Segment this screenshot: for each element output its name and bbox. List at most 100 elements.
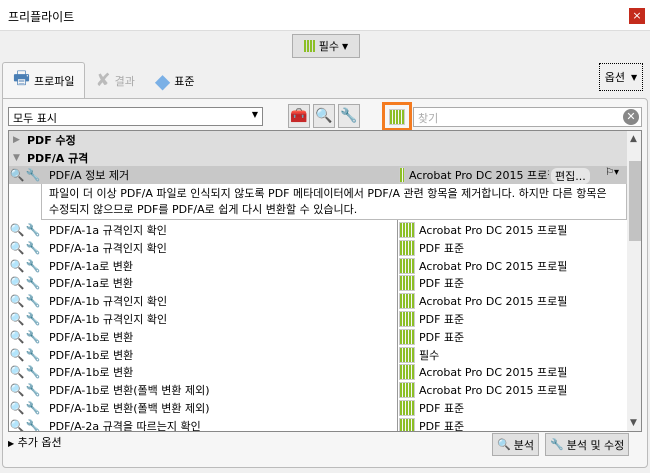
list-item[interactable]: 🔍 🔧 PDF/A-2a 규격을 따르는지 확인 PDF 표준	[9, 417, 627, 432]
magnifier-icon: 🔍	[9, 258, 25, 273]
wrench-icon: 🔧	[25, 347, 41, 362]
tab-results[interactable]: ✘ 결과	[85, 62, 144, 99]
bars-icon	[399, 400, 415, 416]
group-pdfa[interactable]: ▼ PDF/A 규격	[9, 149, 627, 167]
wrench-icon: 🔧	[25, 294, 41, 309]
item-name: PDF/A-1a로 변환	[49, 277, 133, 291]
list-item-selected[interactable]: 🔍 🔧 PDF/A 정보 제거 Acrobat Pro DC 2015 프로필 편…	[9, 166, 627, 184]
item-name: PDF/A-1b로 변환	[49, 348, 134, 362]
bars-icon	[399, 275, 415, 292]
item-name: PDF/A 정보 제거	[49, 169, 130, 182]
wrench-icon: 🔧	[25, 223, 41, 237]
item-profile: PDF 표준	[419, 313, 465, 326]
magnifier-icon: 🔍	[9, 383, 25, 398]
wrench-icon: 🔧	[25, 168, 41, 182]
magnifier-icon: 🔍	[9, 168, 25, 182]
list-item[interactable]: 🔍 🔧 PDF/A-1a 규격인지 확인 Acrobat Pro DC 2015 프로…	[9, 221, 627, 239]
list-item[interactable]: 🔍 🔧 PDF/A-1b로 변환(폴백 변환 제외) Acrobat Pro DC 2…	[9, 381, 627, 399]
diamond-icon: ◆	[154, 68, 171, 93]
magnifier-icon: 🔍	[9, 240, 25, 255]
wrench-icon: 🔧	[25, 258, 41, 273]
item-name: PDF/A-1b로 변환	[49, 330, 134, 344]
wrench-icon: 🔧	[25, 312, 41, 326]
bars-icon	[399, 328, 415, 345]
collapse-icon: ▼	[13, 153, 20, 163]
item-description: 파일이 더 이상 PDF/A 파일로 인식되지 않도록 PDF 메타데이터에서 …	[41, 184, 627, 220]
magnifier-icon: 🔍	[9, 329, 25, 344]
list-item[interactable]: 🔍 🔧 PDF/A-1a로 변환 Acrobat Pro DC 2015 프로필	[9, 257, 627, 275]
item-name: PDF/A-1b로 변환(폴백 변환 제외)	[49, 402, 210, 415]
options-label: 옵션	[604, 71, 626, 84]
library-button[interactable]: 🧰	[288, 104, 310, 128]
tab-bar: 🖶 프로파일 ✘ 결과 ◆ 표준	[2, 62, 204, 99]
group-pdf-fix[interactable]: ▶ PDF 수정	[9, 131, 627, 149]
item-profile: PDF 표준	[419, 419, 465, 432]
item-profile: PDF 표준	[419, 241, 465, 255]
scroll-down-icon[interactable]: ▼	[630, 418, 637, 428]
wrench-icon: 🔧	[25, 418, 41, 432]
toolbox-icon: 🧰	[290, 108, 308, 124]
title-bar: 프리플라이트 ×	[0, 0, 650, 31]
chevron-down-icon: ▼	[342, 41, 349, 51]
item-name: PDF/A-1a 규격인지 확인	[49, 224, 167, 237]
options-button[interactable]: 옵션 ▼	[599, 63, 643, 91]
expand-icon: ▶	[13, 135, 20, 145]
bars-icon	[399, 239, 415, 256]
search-placeholder: 찾기	[418, 112, 439, 125]
list-item[interactable]: 🔍 🔧 PDF/A-1b로 변환 PDF 표준	[9, 328, 627, 346]
more-options-toggle[interactable]: ▶ 추가 옵션	[8, 434, 62, 450]
wrench-icon: 🔧	[25, 276, 41, 291]
printer-magnifier-icon: 🖶	[13, 68, 30, 89]
list-item[interactable]: 🔍 🔧 PDF/A-1a 규격인지 확인 PDF 표준	[9, 239, 627, 257]
filter-select[interactable]: 모두 표시 ▼	[8, 107, 263, 126]
magnifier-icon: 🔍	[9, 294, 25, 309]
clear-icon[interactable]: ✕	[623, 109, 639, 125]
essentials-dropdown[interactable]: 필수 ▼	[292, 34, 360, 58]
item-profile: PDF 표준	[419, 330, 465, 344]
bars-icon	[399, 311, 415, 327]
bars-icon	[399, 293, 415, 310]
analyze-fix-button[interactable]: 🔧 분석 및 수정	[545, 433, 630, 456]
results-icon: ✘	[95, 70, 111, 91]
item-name: PDF/A-1a 규격인지 확인	[49, 241, 167, 255]
fixups-button[interactable]: 🔧	[338, 104, 360, 128]
bars-icon	[399, 417, 415, 431]
chevron-down-icon: ▼	[251, 110, 258, 119]
window-title: 프리플라이트	[8, 10, 75, 24]
item-name: PDF/A-1b로 변환(폴백 변환 제외)	[49, 384, 210, 398]
list-item[interactable]: 🔍 🔧 PDF/A-1b로 변환(폴백 변환 제외) PDF 표준	[9, 399, 627, 417]
magnifier-icon: 🔍	[9, 312, 25, 326]
item-profile: Acrobat Pro DC 2015 프로필	[419, 259, 568, 273]
bars-icon	[389, 108, 405, 125]
analyze-only-button[interactable]: 🔍	[313, 104, 335, 128]
wrench-icon: 🔧	[25, 401, 41, 415]
scrollbar-thumb[interactable]	[629, 161, 641, 241]
scroll-up-icon[interactable]: ▲	[630, 134, 637, 144]
magnifier-icon: 🔍	[315, 108, 333, 124]
bars-icon	[303, 40, 316, 52]
wrench-magnifier-icon: 🔧	[550, 438, 564, 451]
bars-icon	[399, 222, 415, 238]
list-item[interactable]: 🔍 🔧 PDF/A-1a로 변환 PDF 표준	[9, 274, 627, 292]
magnifier-icon: 🔍	[9, 347, 25, 362]
tab-standards[interactable]: ◆ 표준	[145, 62, 205, 99]
close-button[interactable]: ×	[629, 8, 645, 24]
magnifier-icon: 🔍	[9, 276, 25, 291]
search-input[interactable]: 찾기 ✕	[413, 107, 642, 127]
wrench-icon: 🔧	[25, 240, 41, 255]
wrench-icon: 🔧	[25, 383, 41, 398]
edit-button[interactable]: 편집...	[551, 168, 590, 184]
tab-profiles[interactable]: 🖶 프로파일	[2, 62, 86, 99]
list-item[interactable]: 🔍 🔧 PDF/A-1b 규격인지 확인 PDF 표준	[9, 310, 627, 328]
item-name: PDF/A-1a로 변환	[49, 259, 133, 273]
item-profile: PDF 표준	[419, 277, 465, 291]
item-profile: 필수	[419, 348, 440, 362]
bars-icon	[399, 364, 415, 381]
list-item[interactable]: 🔍 🔧 PDF/A-1b로 변환 Acrobat Pro DC 2015 프로필	[9, 363, 627, 381]
flag-dropdown[interactable]: ⚐▾	[605, 167, 619, 178]
list-item[interactable]: 🔍 🔧 PDF/A-1b 규격인지 확인 Acrobat Pro DC 2015 프로…	[9, 292, 627, 310]
analyze-button[interactable]: 🔍 분석	[492, 433, 539, 456]
magnifier-icon: 🔍	[497, 438, 511, 451]
essentials-filter-button[interactable]	[382, 102, 412, 131]
list-item[interactable]: 🔍 🔧 PDF/A-1b로 변환 필수	[9, 346, 627, 364]
